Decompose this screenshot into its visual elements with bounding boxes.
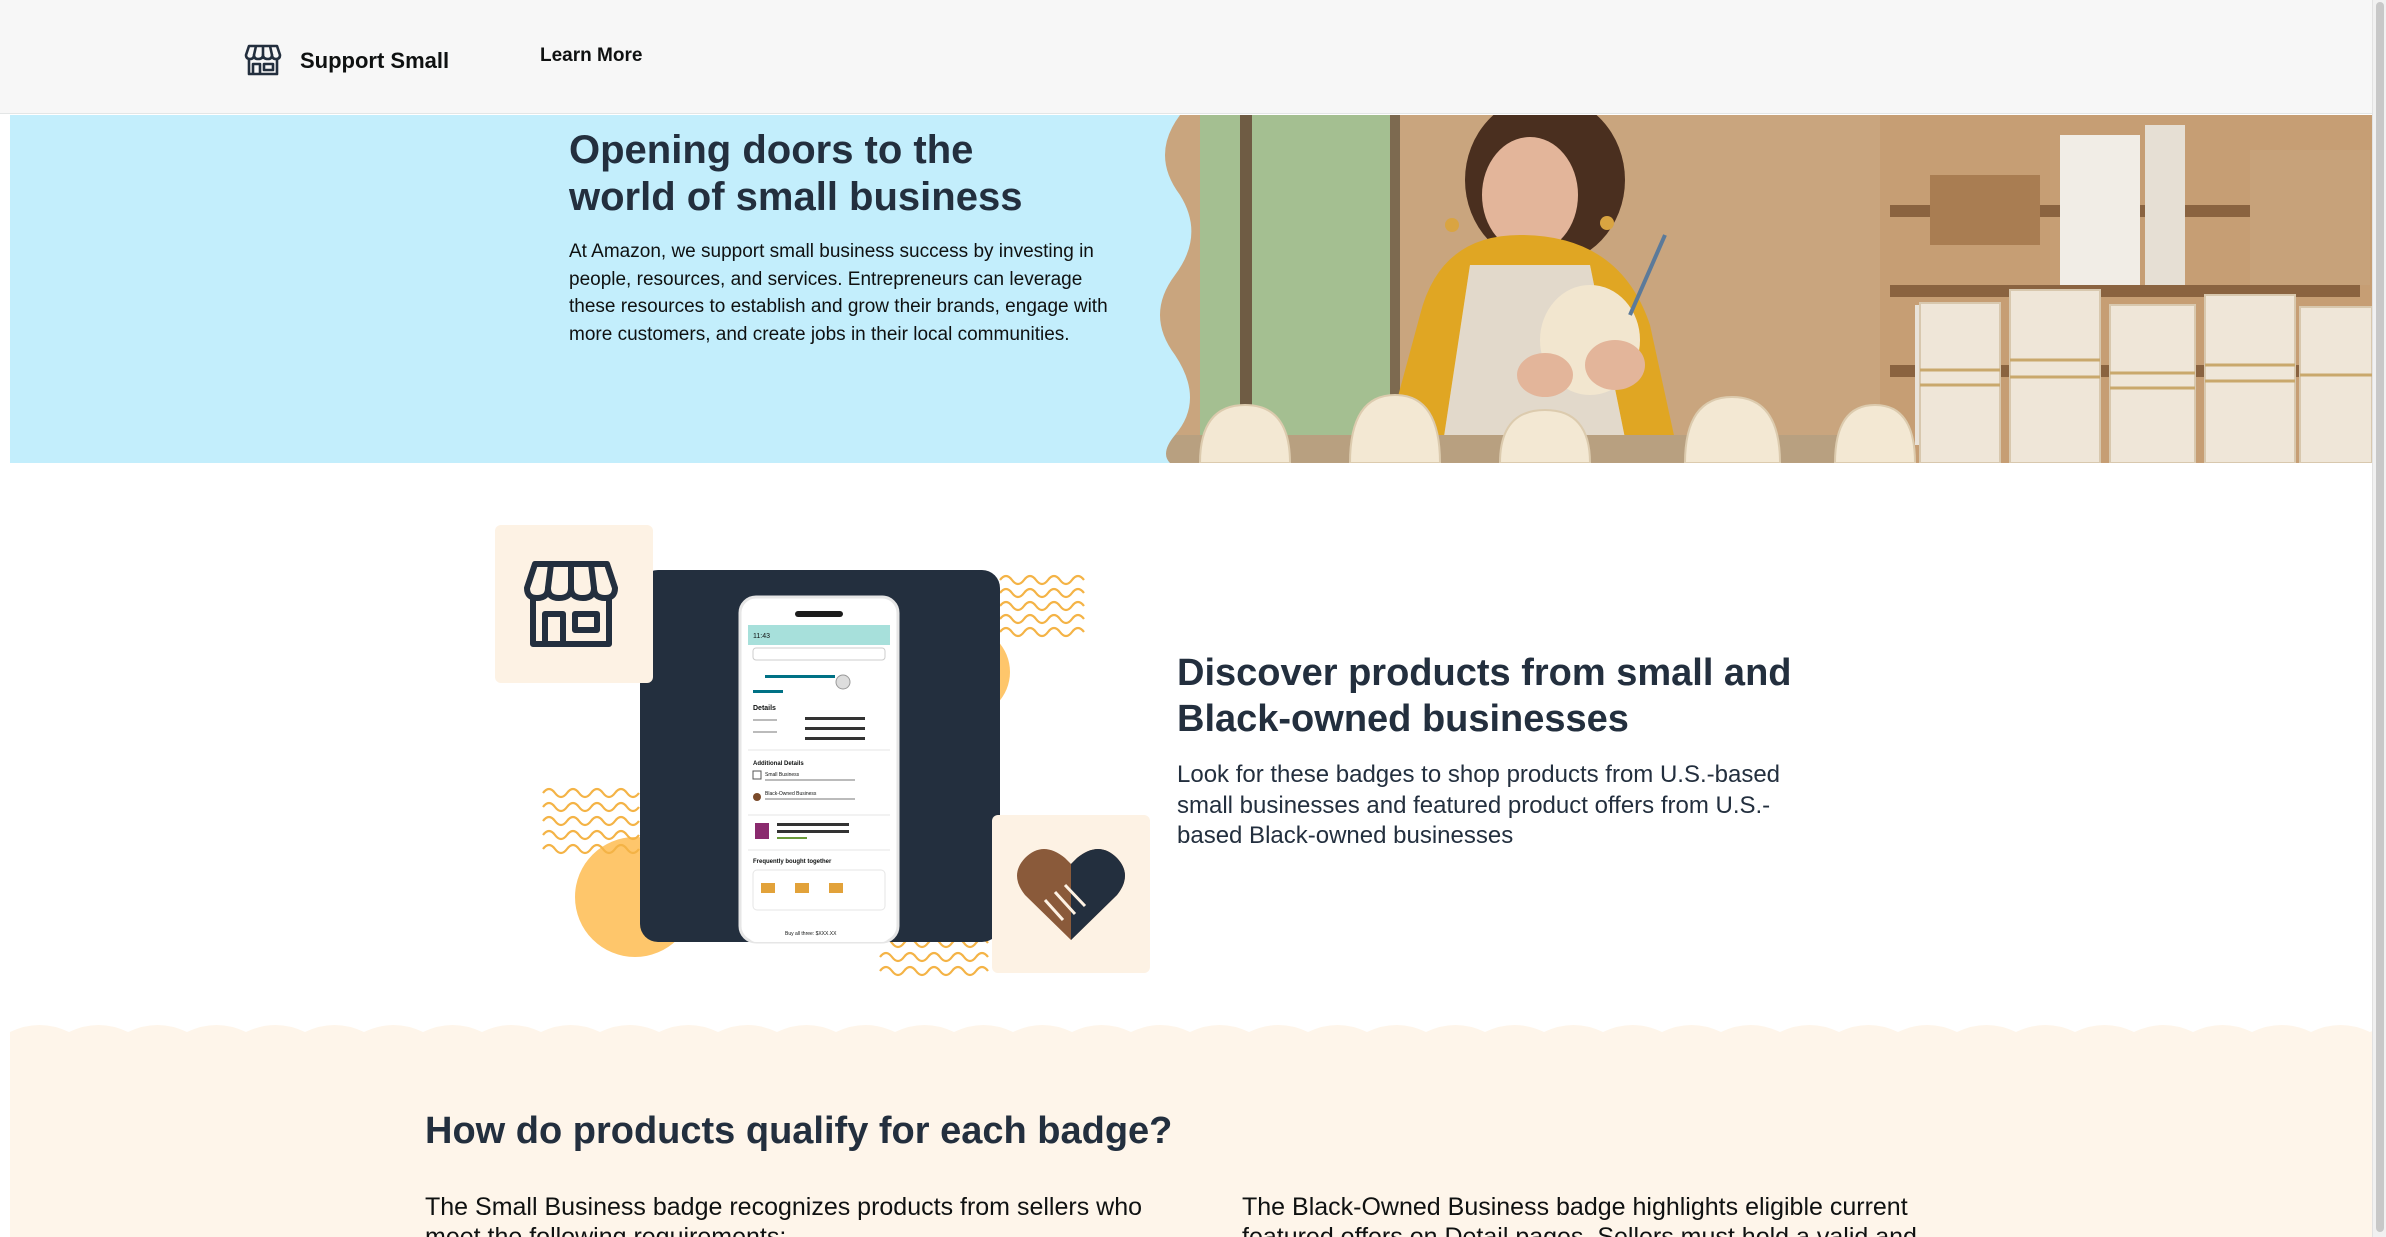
store-tile <box>495 525 653 683</box>
scrollbar-thumb[interactable] <box>2376 2 2384 1232</box>
storefront-icon <box>243 38 283 83</box>
discover-title: Discover products from small and Black-o… <box>1177 652 1792 740</box>
phone-buy-all: Buy all three: $XXX.XX <box>785 931 837 937</box>
wave-divider <box>10 1025 2372 1042</box>
hero-title-line1: Opening doors to the <box>569 128 974 172</box>
hero-description: At Amazon, we support small business suc… <box>569 241 1108 345</box>
top-navigation: Support Small Learn More <box>0 0 2372 114</box>
badges-illustration: 11:43 Details Additional Details Small B… <box>495 525 1150 977</box>
hero-title-line2: world of small business <box>569 175 1023 219</box>
brand-label: Support Small <box>300 47 450 73</box>
badges-title: How do products qualify for each badge? <box>425 1110 1173 1152</box>
phone-frequently-bought: Frequently bought together <box>753 859 832 865</box>
small-business-criteria: The Small Business badge recognizes prod… <box>425 1193 1143 1237</box>
phone-mockup: 11:43 Details Additional Details Small B… <box>738 595 900 944</box>
discover-description: Look for these badges to shop products f… <box>1177 761 1781 849</box>
phone-details-label: Details <box>753 705 776 712</box>
hero-photo <box>1160 115 2372 463</box>
badge-qualification-section: How do products qualify for each badge? … <box>10 1025 2372 1237</box>
phone-time: 11:43 <box>753 633 770 640</box>
discover-section: Discover products from small and Black-o… <box>1177 650 1817 852</box>
phone-additional-details: Additional Details <box>753 761 804 767</box>
hero-title: Opening doors to the world of small busi… <box>569 127 1129 221</box>
phone-black-owned: Black-Owned Business <box>765 791 817 797</box>
black-owned-criteria: The Black-Owned Business badge highlight… <box>1242 1193 1917 1237</box>
brand[interactable]: Support Small <box>243 38 449 83</box>
phone-small-business: Small Business <box>765 772 800 778</box>
vertical-scrollbar[interactable] <box>2372 0 2386 1237</box>
learn-more-link[interactable]: Learn More <box>540 45 642 67</box>
hero-banner: Opening doors to the world of small busi… <box>10 115 2372 463</box>
hero-text: Opening doors to the world of small busi… <box>569 127 1129 348</box>
